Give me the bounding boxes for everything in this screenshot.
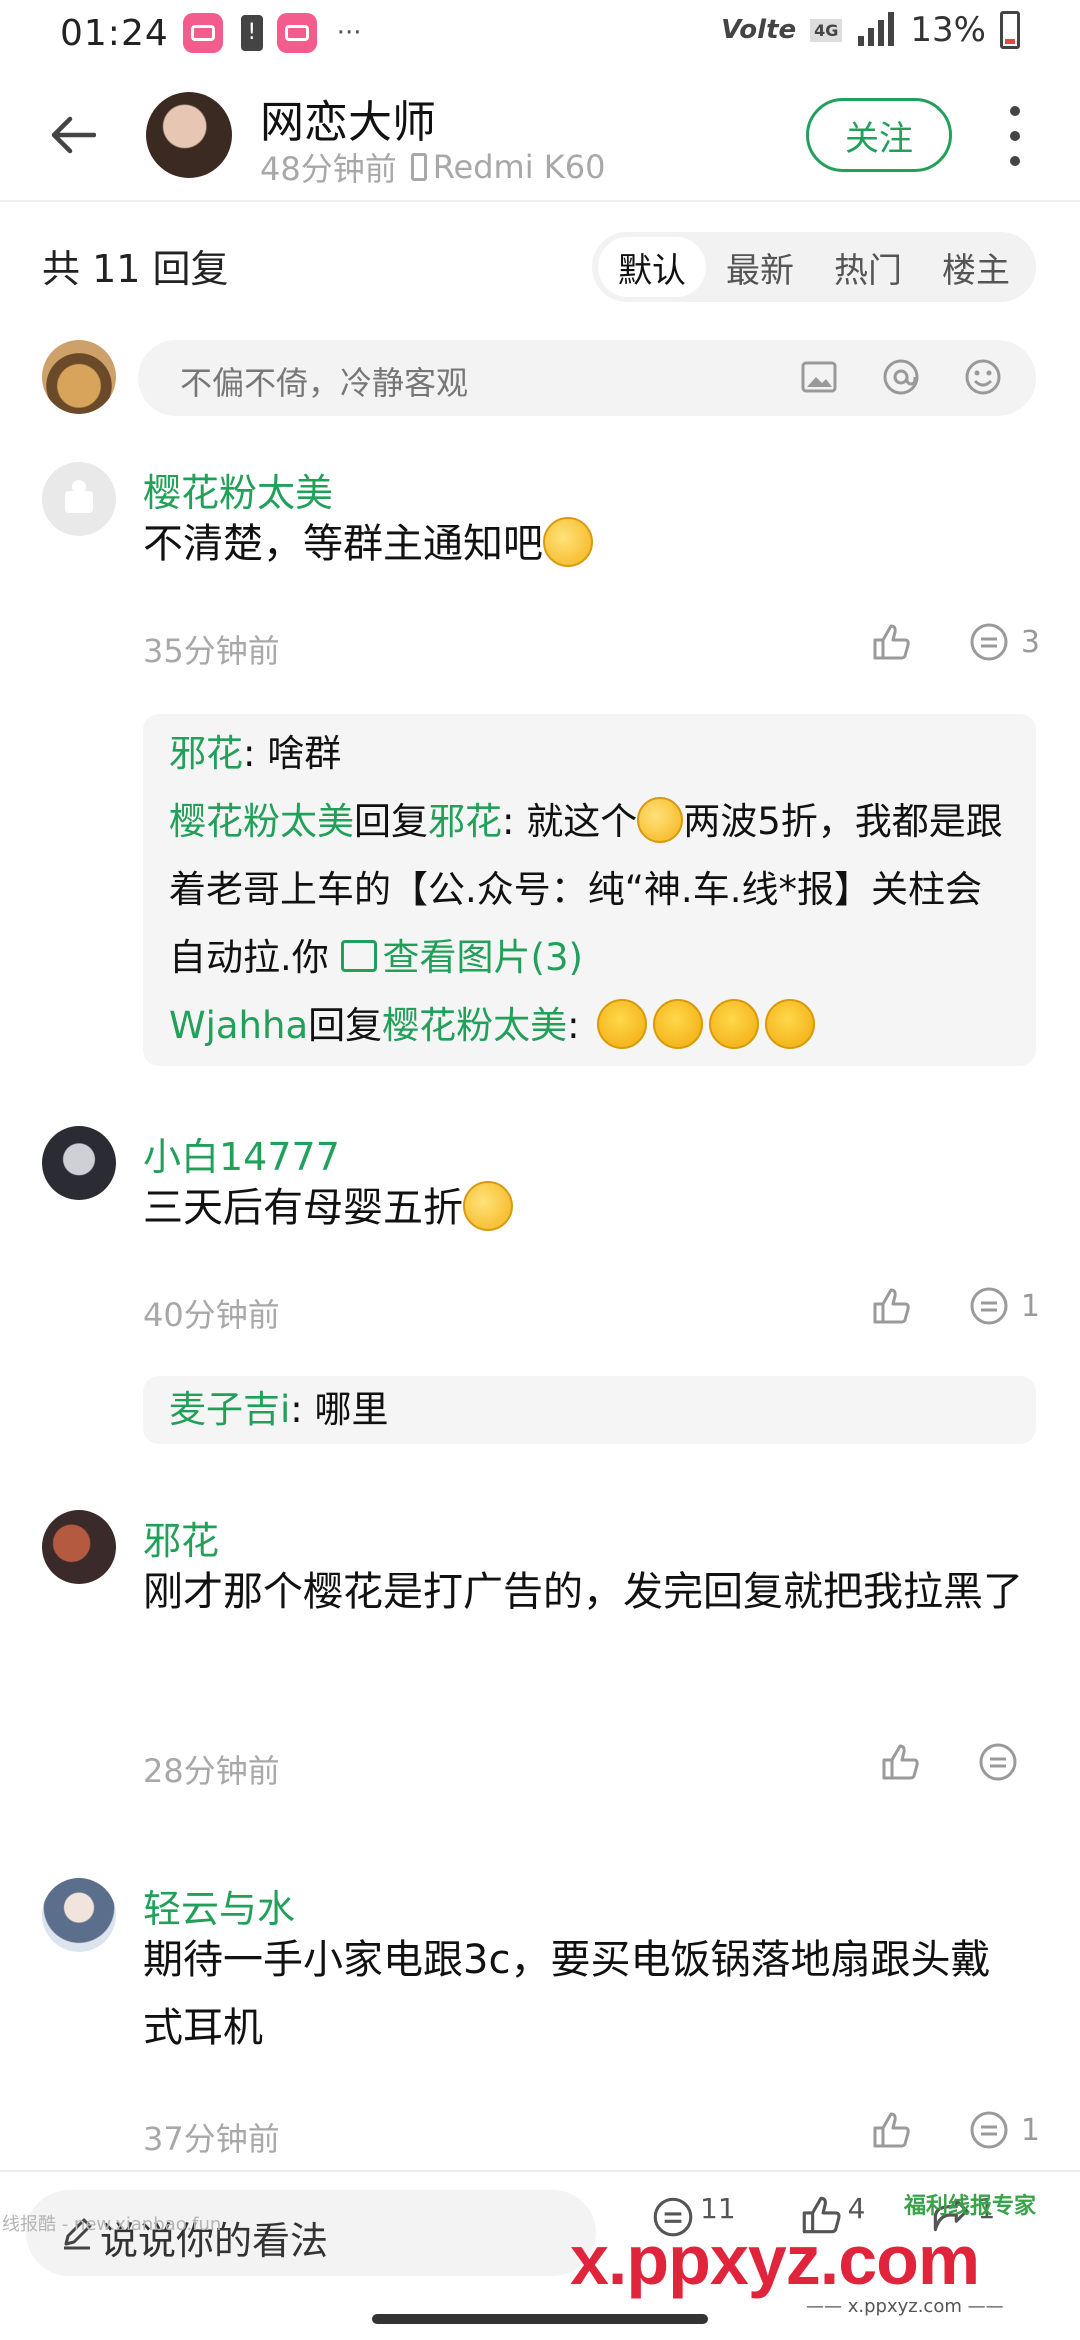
sort-tabs: 默认 最新 热门 楼主 [592,232,1036,302]
comment-avatar[interactable] [42,462,116,536]
my-avatar [42,340,116,414]
comment-input[interactable]: 不偏不倚，冷静客观 [138,340,1036,416]
reply-count: 1 [1020,1288,1040,1324]
like-button[interactable] [869,620,913,664]
more-notifications-icon: ··· [336,18,362,48]
sub-reply: 邪花: 啥群 [169,732,342,775]
comment-avatar[interactable] [42,1126,116,1200]
comment-actions: 3 [869,620,1040,664]
comment-time: 40分钟前 [143,1296,280,1334]
image-icon[interactable] [798,356,840,398]
comment-username[interactable]: 邪花 [143,1510,219,1565]
sub-replies[interactable]: 邪花: 啥群 樱花粉太美回复邪花: 就这个 两波5折，我都是跟着老哥上车的【公.众… [143,714,1036,1066]
reply-count: 3 [1020,624,1040,660]
status-right: Volte 4G 13% [721,10,1020,50]
smirk-emoji-icon [463,1181,513,1231]
tab-hot[interactable]: 热门 [814,237,922,297]
comment-actions: 1 [869,1284,1040,1328]
phone-icon [410,153,427,181]
reply-count: 共 11 回复 [42,247,229,291]
author-name[interactable]: 网恋大师 [260,86,436,150]
comment-actions: 1 [869,2108,1040,2152]
comment-time: 35分钟前 [143,632,280,670]
reply-button[interactable] [976,1740,1030,1784]
back-button[interactable] [40,102,106,168]
like-button[interactable] [869,1284,913,1328]
thumbs-up-icon [882,1744,919,1780]
comment-input-icons [798,356,1004,398]
view-images-link[interactable]: 查看图片(3) [340,936,583,979]
arrow-left-icon [51,116,96,154]
watermark-logo: x.ppxyz.com [570,2221,980,2299]
reply-button[interactable]: 1 [967,2108,1040,2152]
coin-emoji-icon [765,998,816,1049]
comment-username[interactable]: 樱花粉太美 [143,462,333,517]
tab-op-only[interactable]: 楼主 [922,237,1030,297]
reply-button[interactable]: 1 [967,1284,1040,1328]
post-time: 48分钟前 [260,150,397,188]
crying-emoji-icon [637,796,684,843]
comment-time: 37分钟前 [143,2120,280,2158]
signal-icon [856,12,896,48]
volte-icon: Volte [721,15,797,45]
coin-emoji-icon [709,998,760,1049]
watermark-badge: 福利线报专家 [904,2194,1037,2219]
thumbs-up-icon [873,624,910,660]
comment-icon [970,623,1008,661]
comment-icon [970,1287,1008,1325]
smirk-emoji-icon [543,517,593,567]
reply-count: 1 [1020,2112,1040,2148]
battery-icon [1000,11,1020,49]
sub-reply: 樱花粉太美回复邪花: 就这个 两波5折，我都是跟着老哥上车的【公.众号：纯“神.车… [169,788,1010,992]
emoji-icon[interactable] [962,356,1004,398]
tab-latest[interactable]: 最新 [706,237,814,297]
comment-username[interactable]: 小白14777 [143,1126,340,1181]
author-avatar[interactable] [146,92,232,178]
sub-reply: Wjahha回复樱花粉太美: [169,992,1010,1060]
tab-default[interactable]: 默认 [598,237,706,297]
at-mention-icon[interactable] [880,356,922,398]
comment-text: 三天后有母婴五折 [143,1174,1023,1242]
comment-placeholder: 不偏不倚，冷静客观 [180,364,469,402]
watermark-subtext: —— x.ppxyz.com —— [806,2296,1004,2317]
comment-text: 期待一手小家电跟3c，要买电饭锅落地扇跟头戴式耳机 [143,1937,991,2051]
coin-emoji-icon [597,998,648,1049]
reply-button[interactable]: 3 [967,620,1040,664]
alert-icon: ! [240,15,263,51]
image-icon [340,939,377,972]
thumbs-up-icon [873,1288,910,1324]
sub-reply: 麦子吉i: 哪里 [169,1388,389,1431]
comment-icon [970,2111,1008,2149]
device-name: Redmi K60 [432,148,606,186]
watermark-left: 线报酷 - new.xianbao.fun [2,2214,222,2235]
thumbs-up-icon [873,2112,910,2148]
comment-avatar[interactable] [42,1878,116,1952]
default-avatar-icon [65,480,93,513]
network-type-icon: 4G [810,18,843,42]
post-header: 网恋大师 48分钟前 Redmi K60 关注 [0,70,1080,202]
more-options-icon[interactable] [1000,106,1030,166]
comment-icon [979,1743,1017,1781]
comment-text: 刚才那个樱花是打广告的，发完回复就把我拉黑了 [143,1569,1023,1615]
coin-emoji-icon [653,998,704,1049]
comment-username[interactable]: 轻云与水 [143,1878,295,1933]
comment-time: 28分钟前 [143,1752,280,1790]
author-meta: 48分钟前 Redmi K60 [260,144,605,190]
comment-actions [878,1740,1030,1784]
like-button[interactable] [869,2108,913,2152]
like-button[interactable] [878,1740,922,1784]
comment-avatar[interactable] [42,1510,116,1584]
comment-text: 不清楚，等群主通知吧 [143,510,1023,578]
sub-replies[interactable]: 麦子吉i: 哪里 [143,1376,1036,1444]
follow-button[interactable]: 关注 [806,98,952,172]
battery-percent: 13% [910,10,986,50]
home-indicator[interactable] [372,2314,708,2324]
status-time: 01:24 [60,12,169,54]
status-bar: 01:24 ! ··· Volte 4G 13% [0,0,1080,66]
bilibili-app-icon [182,13,223,53]
bilibili-app-icon-2 [276,13,317,53]
